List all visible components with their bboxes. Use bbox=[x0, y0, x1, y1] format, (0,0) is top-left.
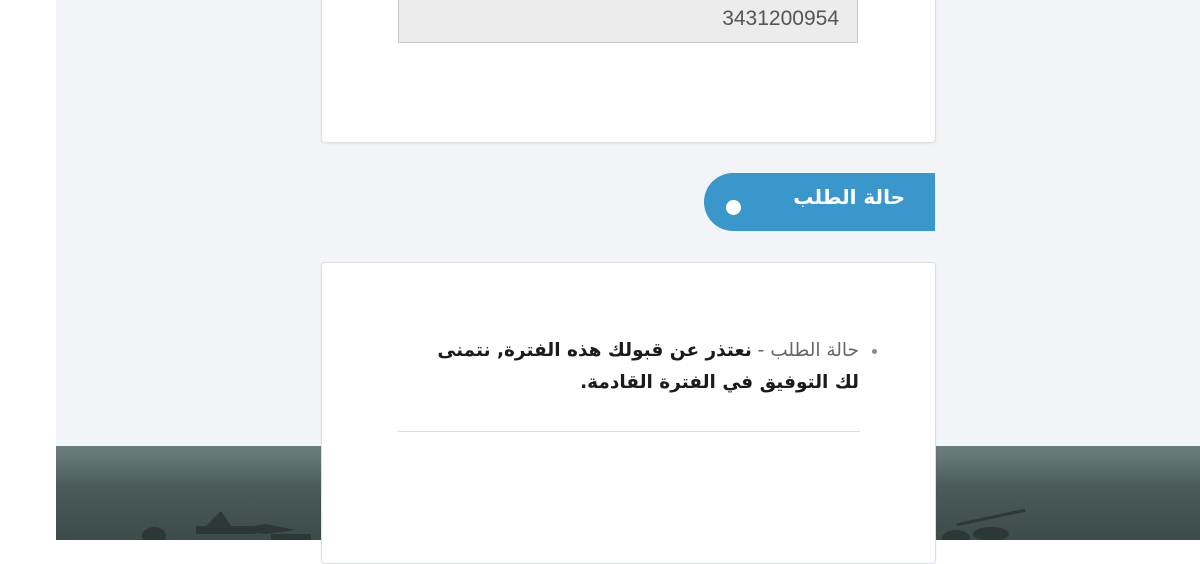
status-section-header: حالة الطلب bbox=[704, 173, 935, 231]
status-item: حالة الطلب - نعتذر عن قبولك هذه الفترة, … bbox=[409, 335, 877, 399]
application-info-card: 3431200954 bbox=[321, 0, 936, 143]
status-list: حالة الطلب - نعتذر عن قبولك هذه الفترة, … bbox=[409, 335, 877, 399]
divider bbox=[398, 431, 860, 432]
bullet-icon bbox=[872, 349, 877, 354]
status-label: حالة الطلب bbox=[770, 340, 859, 361]
dot-icon bbox=[726, 200, 741, 215]
id-number-field: 3431200954 bbox=[398, 0, 858, 43]
status-section-title: حالة الطلب bbox=[793, 185, 905, 209]
status-separator: - bbox=[751, 340, 771, 361]
status-card: حالة الطلب - نعتذر عن قبولك هذه الفترة, … bbox=[321, 262, 936, 564]
